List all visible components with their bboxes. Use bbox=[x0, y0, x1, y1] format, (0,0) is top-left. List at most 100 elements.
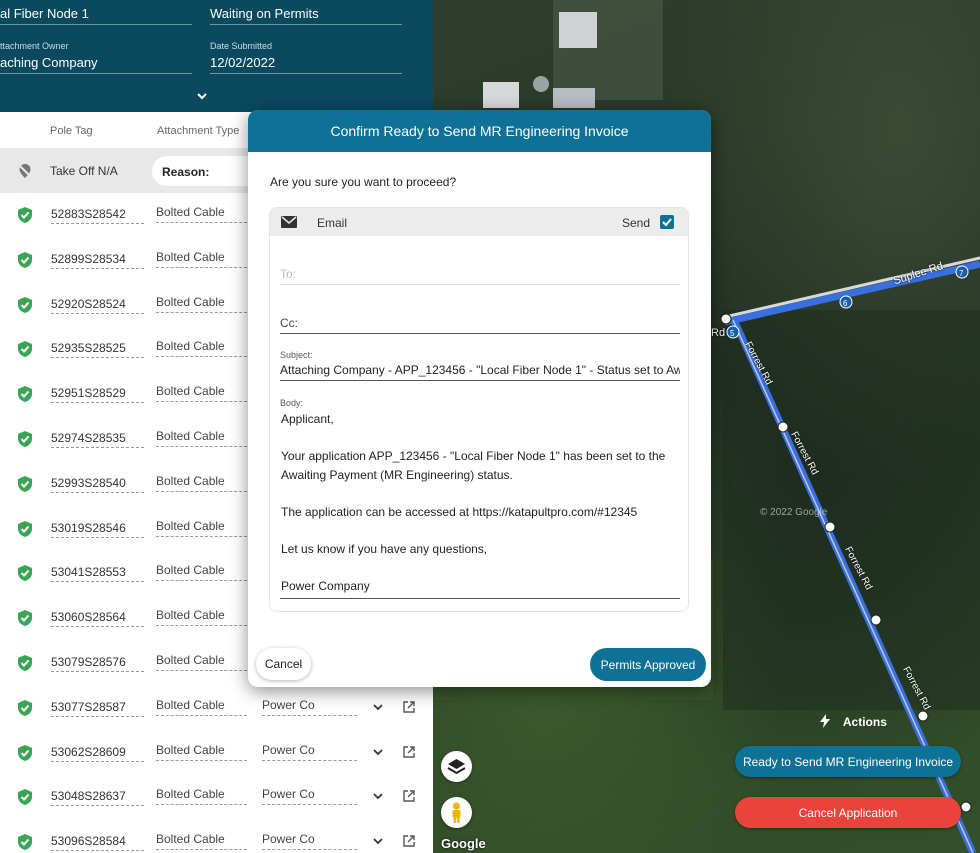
open-external-icon[interactable] bbox=[402, 745, 416, 759]
open-external-icon[interactable] bbox=[402, 700, 416, 714]
pole-tag[interactable]: 52993S28540 bbox=[51, 476, 144, 493]
verified-check-icon bbox=[18, 565, 32, 582]
subject-field[interactable]: Subject: Attaching Company - APP_123456 … bbox=[280, 350, 680, 381]
check-icon bbox=[662, 218, 672, 227]
application-name: al Fiber Node 1 bbox=[0, 6, 89, 21]
layers-icon bbox=[447, 759, 466, 775]
pole-tag[interactable]: 52883S28542 bbox=[51, 207, 144, 224]
verified-check-icon bbox=[18, 744, 32, 761]
verified-check-icon bbox=[18, 431, 32, 447]
verified-check-icon bbox=[18, 789, 32, 806]
owner-select[interactable]: Power Co bbox=[262, 698, 357, 716]
body-field[interactable]: Body: Applicant, Your application APP_123… bbox=[280, 398, 680, 599]
pegman-icon bbox=[452, 802, 461, 823]
chevron-down-icon[interactable] bbox=[372, 701, 384, 713]
body-line: Awaiting Payment (MR Engineering) status… bbox=[281, 467, 513, 482]
attachment-type-select[interactable]: Bolted Cable bbox=[156, 295, 247, 313]
dialog-title: Confirm Ready to Send MR Engineering Inv… bbox=[248, 110, 711, 152]
cancel-button[interactable]: Cancel bbox=[256, 648, 311, 680]
pole-tag[interactable]: 52951S28529 bbox=[51, 386, 144, 404]
pole-tag[interactable]: 53048S28637 bbox=[51, 789, 144, 807]
app-status-value: Waiting on Permits bbox=[210, 6, 319, 21]
building bbox=[559, 12, 597, 48]
open-external-icon[interactable] bbox=[402, 834, 416, 848]
pole-tag[interactable]: 53077S28587 bbox=[51, 700, 144, 717]
attachment-type-select[interactable]: Bolted Cable bbox=[156, 698, 247, 716]
take-off-label: Take Off N/A bbox=[50, 164, 118, 178]
attachment-type-select[interactable]: Bolted Cable bbox=[156, 339, 247, 358]
pole-tag[interactable]: 53096S28584 bbox=[51, 834, 144, 852]
pole-tag[interactable]: 52920S28524 bbox=[51, 297, 144, 314]
body-label: Body: bbox=[280, 398, 304, 408]
subject-label: Subject: bbox=[280, 350, 313, 360]
open-external-icon[interactable] bbox=[402, 789, 416, 803]
bolt-icon bbox=[820, 714, 830, 728]
chevron-down-icon[interactable] bbox=[372, 746, 384, 758]
actions-header[interactable]: Actions bbox=[820, 714, 887, 729]
chevron-down-icon[interactable] bbox=[195, 89, 209, 103]
body-textarea[interactable]: Applicant, Your application APP_123456 - … bbox=[280, 410, 680, 599]
attachment-owner-field: ttachment Owner aching Company bbox=[0, 41, 192, 74]
owner-select[interactable]: Power Co bbox=[262, 787, 357, 806]
building bbox=[553, 88, 595, 108]
pole-tag[interactable]: 52935S28525 bbox=[51, 341, 144, 359]
chevron-down-icon[interactable] bbox=[372, 835, 384, 847]
to-field[interactable]: To: bbox=[280, 267, 680, 285]
body-line: Your application APP_123456 - "Local Fib… bbox=[281, 449, 666, 463]
send-checkbox[interactable] bbox=[660, 215, 674, 229]
table-row[interactable]: 53077S28587 Bolted Cable Power Co bbox=[0, 686, 433, 731]
road-label: Rd bbox=[711, 327, 726, 339]
attachment-type-select[interactable]: Bolted Cable bbox=[156, 474, 247, 492]
chevron-down-icon[interactable] bbox=[372, 790, 384, 802]
body-line bbox=[281, 429, 680, 448]
application-header: al Fiber Node 1 Waiting on Permits ttach… bbox=[0, 0, 433, 112]
column-header-pole-tag[interactable]: Pole Tag bbox=[50, 125, 93, 137]
verified-check-icon bbox=[18, 341, 32, 358]
cc-field[interactable]: Cc: bbox=[280, 316, 680, 334]
map-copyright: © 2022 Google bbox=[760, 507, 828, 518]
body-line: Applicant, bbox=[281, 412, 334, 426]
attachment-type-select[interactable]: Bolted Cable bbox=[156, 832, 247, 851]
body-line bbox=[281, 521, 680, 540]
cancel-application-button[interactable]: Cancel Application bbox=[735, 797, 961, 828]
attachment-type-select[interactable]: Bolted Cable bbox=[156, 250, 247, 268]
marker-label: 7 bbox=[959, 269, 964, 278]
owner-select[interactable]: Power Co bbox=[262, 832, 357, 851]
attachment-type-select[interactable]: Bolted Cable bbox=[156, 743, 247, 761]
body-line: Let us know if you have any questions, bbox=[281, 541, 488, 556]
verified-check-icon bbox=[18, 296, 32, 313]
pole-tag[interactable]: 53079S28576 bbox=[51, 655, 144, 672]
send-label: Send bbox=[622, 216, 651, 230]
envelope-icon bbox=[281, 216, 297, 228]
attachment-type-select[interactable]: Bolted Cable bbox=[156, 653, 247, 671]
table-row[interactable]: 53062S28609 Bolted Cable Power Co bbox=[0, 731, 433, 776]
pole-tag[interactable]: 53062S28609 bbox=[51, 745, 144, 762]
pole-tag[interactable]: 53041S28553 bbox=[51, 565, 144, 583]
verified-check-icon bbox=[18, 834, 32, 851]
table-row[interactable]: 53048S28637 Bolted Cable Power Co bbox=[0, 775, 433, 820]
attachment-type-select[interactable]: Bolted Cable bbox=[156, 429, 247, 447]
date-submitted-value: 12/02/2022 bbox=[210, 55, 276, 70]
attachment-type-select[interactable]: Bolted Cable bbox=[156, 563, 247, 582]
attachment-type-select[interactable]: Bolted Cable bbox=[156, 787, 247, 806]
pole-tag[interactable]: 53019S28546 bbox=[51, 521, 144, 538]
application-name-field: al Fiber Node 1 bbox=[0, 0, 192, 25]
permits-approved-button[interactable]: Permits Approved bbox=[590, 648, 706, 681]
pole-tag[interactable]: 52899S28534 bbox=[51, 252, 144, 269]
layers-button[interactable] bbox=[441, 751, 472, 782]
app-status-field: Waiting on Permits bbox=[210, 0, 402, 25]
table-row[interactable]: 53096S28584 Bolted Cable Power Co bbox=[0, 820, 433, 853]
column-header-attachment-type[interactable]: Attachment Type bbox=[157, 125, 239, 137]
verified-check-icon bbox=[18, 610, 32, 627]
attachment-type-select[interactable]: Bolted Cable bbox=[156, 519, 247, 537]
attachment-owner-label: ttachment Owner bbox=[0, 41, 69, 51]
pole-tag[interactable]: 52974S28535 bbox=[51, 431, 144, 448]
attachment-type-select[interactable]: Bolted Cable bbox=[156, 384, 247, 403]
owner-select[interactable]: Power Co bbox=[262, 743, 357, 761]
attachment-type-select[interactable]: Bolted Cable bbox=[156, 608, 247, 627]
attachment-type-select[interactable]: Bolted Cable bbox=[156, 205, 247, 223]
subject-input[interactable]: Attaching Company - APP_123456 - "Local … bbox=[280, 363, 680, 381]
ready-to-send-invoice-button[interactable]: Ready to Send MR Engineering Invoice bbox=[735, 746, 961, 777]
street-view-button[interactable] bbox=[441, 797, 472, 828]
pole-tag[interactable]: 53060S28564 bbox=[51, 610, 144, 628]
